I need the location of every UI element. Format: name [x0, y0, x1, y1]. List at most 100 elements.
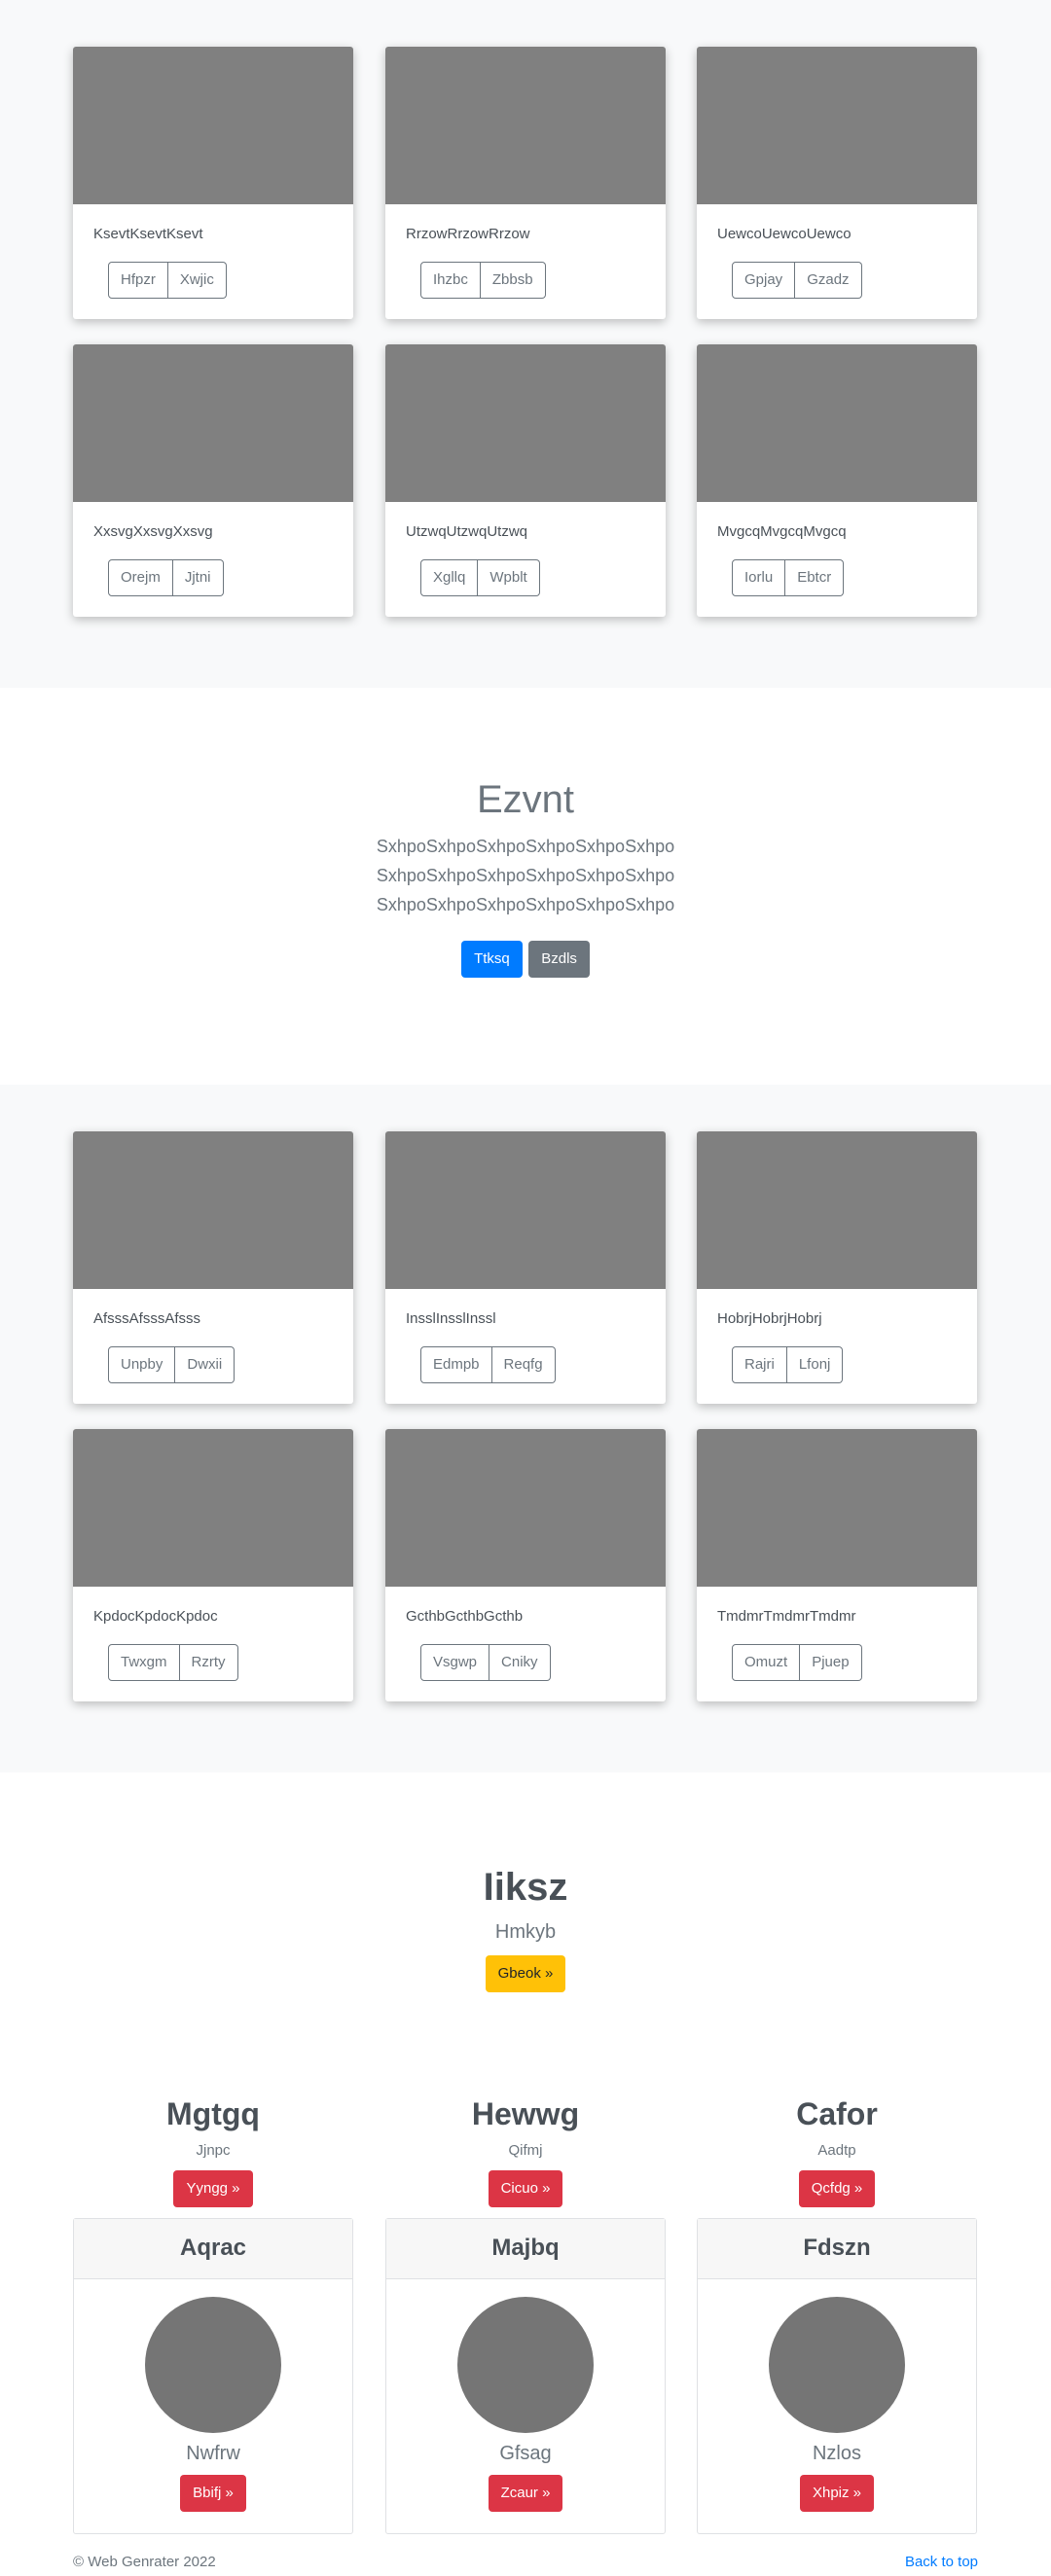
card-title: KpdocKpdocKpdoc [93, 1608, 218, 1625]
avatar [457, 2297, 594, 2433]
card-button-group: Omuzt Pjuep [732, 1644, 862, 1681]
album-card: AfsssAfsssAfsss Unpby Dwxii [73, 1131, 353, 1404]
album-section-2: AfsssAfsssAfsss Unpby Dwxii InsslInsslIn… [0, 1085, 1051, 1772]
card-thumbnail [697, 1131, 977, 1289]
profile-card: Fdszn Nzlos Xhpiz » [697, 2218, 977, 2534]
card-button[interactable]: Dwxii [175, 1346, 236, 1383]
card-title: GcthbGcthbGcthb [406, 1608, 524, 1625]
card-button-group: Vsgwp Cniky [420, 1644, 551, 1681]
card-button-group: Twxgm Rzrty [108, 1644, 238, 1681]
album-card: XxsvgXxsvgXxsvg Orejm Jjtni [73, 344, 353, 617]
album-card: RrzowRrzowRrzow Ihzbc Zbbsb [385, 47, 666, 319]
feature-column: Mgtgq Jjnpc Yyngg » [73, 2096, 353, 2207]
card-title: RrzowRrzowRrzow [406, 226, 530, 242]
card-button[interactable]: Jjtni [172, 559, 224, 596]
card-thumbnail [73, 47, 353, 204]
album-card: GcthbGcthbGcthb Vsgwp Cniky [385, 1429, 666, 1701]
album-card: KpdocKpdocKpdoc Twxgm Rzrty [73, 1429, 353, 1701]
column-text: Jjnpc [196, 2142, 231, 2159]
card-title: UtzwqUtzwqUtzwq [406, 523, 528, 540]
card-button[interactable]: Twxgm [108, 1644, 180, 1681]
card-thumbnail [73, 1429, 353, 1587]
card-title: KsevtKsevtKsevt [93, 226, 203, 242]
column-button[interactable]: Cicuo » [488, 2170, 563, 2207]
card-button[interactable]: Rzrty [179, 1644, 238, 1681]
profile-card-header: Aqrac [74, 2219, 352, 2279]
jumbotron-title: Iiksz [483, 1866, 568, 1909]
card-thumbnail [697, 1429, 977, 1587]
profile-button[interactable]: Xhpiz » [799, 2475, 875, 2512]
column-button[interactable]: Qcfdg » [798, 2170, 876, 2207]
card-title: InsslInsslInssl [406, 1310, 496, 1327]
card-button[interactable]: Xwjic [167, 262, 227, 299]
card-button[interactable]: Zbbsb [480, 262, 546, 299]
card-thumbnail [697, 344, 977, 502]
hero-actions: Ttksq Bzdls [0, 941, 1051, 978]
card-button[interactable]: Edmpb [420, 1346, 492, 1383]
card-thumbnail [385, 1131, 666, 1289]
card-button[interactable]: Omuzt [732, 1644, 801, 1681]
card-title: HobrjHobrjHobrj [717, 1310, 822, 1327]
profile-button[interactable]: Bbifj » [180, 2475, 246, 2512]
feature-column: Cafor Aadtp Qcfdg » [697, 2096, 977, 2207]
card-button[interactable]: Wpblt [478, 559, 540, 596]
hero-section: Ezvnt SxhpoSxhpoSxhpoSxhpoSxhpoSxhpo Sxh… [0, 778, 1051, 978]
card-button[interactable]: Vsgwp [420, 1644, 490, 1681]
card-title: UewcoUewcoUewco [717, 226, 852, 242]
card-title: TmdmrTmdmrTmdmr [717, 1608, 856, 1625]
album-card: TmdmrTmdmrTmdmr Omuzt Pjuep [697, 1429, 977, 1701]
card-title: XxsvgXxsvgXxsvg [93, 523, 213, 540]
hero-title: Ezvnt [476, 778, 575, 821]
album-card: UewcoUewcoUewco Gpjay Gzadz [697, 47, 977, 319]
card-button[interactable]: Rajri [732, 1346, 787, 1383]
card-button-group: Edmpb Reqfg [420, 1346, 556, 1383]
column-title: Cafor [796, 2096, 878, 2131]
column-button[interactable]: Yyngg » [173, 2170, 253, 2207]
album-section-1: KsevtKsevtKsevt Hfpzr Xwjic RrzowRrzowRr… [0, 0, 1051, 688]
hero-lead-line: SxhpoSxhpoSxhpoSxhpoSxhpoSxhpo [376, 866, 675, 885]
card-button[interactable]: Gpjay [732, 262, 796, 299]
profile-button[interactable]: Zcaur » [488, 2475, 563, 2512]
hero-secondary-button[interactable]: Bzdls [528, 941, 590, 978]
column-text: Qifmj [508, 2142, 543, 2159]
card-button-group: Hfpzr Xwjic [108, 262, 227, 299]
footer-copyright: © Web Genrater 2022 [73, 2554, 216, 2570]
jumbotron-subtitle: Hmkyb [494, 1921, 557, 1943]
card-button-group: Ihzbc Zbbsb [420, 262, 546, 299]
profile-name: Nwfrw [186, 2443, 240, 2464]
card-thumbnail [73, 344, 353, 502]
card-button[interactable]: Ihzbc [420, 262, 481, 299]
card-button[interactable]: Unpby [108, 1346, 176, 1383]
card-button[interactable]: Pjuep [800, 1644, 862, 1681]
jumbotron: Iiksz Hmkyb Gbeok » [0, 1866, 1051, 1992]
profile-card-header: Fdszn [698, 2219, 976, 2279]
jumbotron-button[interactable]: Gbeok » [485, 1955, 566, 1992]
album-card: KsevtKsevtKsevt Hfpzr Xwjic [73, 47, 353, 319]
album-card: HobrjHobrjHobrj Rajri Lfonj [697, 1131, 977, 1404]
column-title: Hewwg [471, 2096, 580, 2131]
profile-card-header: Majbq [386, 2219, 665, 2279]
column-title: Mgtgq [166, 2096, 260, 2131]
card-button[interactable]: Reqfg [491, 1346, 556, 1383]
hero-primary-button[interactable]: Ttksq [461, 941, 523, 978]
card-button[interactable]: Gzadz [795, 262, 862, 299]
card-button-group: Rajri Lfonj [732, 1346, 844, 1383]
card-button[interactable]: Cniky [489, 1644, 551, 1681]
card-button[interactable]: Ebtcr [785, 559, 845, 596]
hero-lead: SxhpoSxhpoSxhpoSxhpoSxhpoSxhpo SxhpoSxhp… [0, 832, 1051, 919]
card-button[interactable]: Iorlu [732, 559, 786, 596]
profile-card: Majbq Gfsag Zcaur » [385, 2218, 666, 2534]
card-button[interactable]: Xgllq [420, 559, 479, 596]
card-button[interactable]: Lfonj [786, 1346, 844, 1383]
profile-card: Aqrac Nwfrw Bbifj » [73, 2218, 353, 2534]
card-thumbnail [385, 344, 666, 502]
card-thumbnail [697, 47, 977, 204]
feature-column: Hewwg Qifmj Cicuo » [385, 2096, 666, 2207]
profile-name: Gfsag [499, 2443, 552, 2464]
card-button[interactable]: Hfpzr [108, 262, 168, 299]
card-button[interactable]: Orejm [108, 559, 173, 596]
back-to-top-link[interactable]: Back to top [905, 2554, 978, 2570]
card-button-group: Unpby Dwxii [108, 1346, 236, 1383]
album-card: UtzwqUtzwqUtzwq Xgllq Wpblt [385, 344, 666, 617]
card-button-group: Xgllq Wpblt [420, 559, 540, 596]
